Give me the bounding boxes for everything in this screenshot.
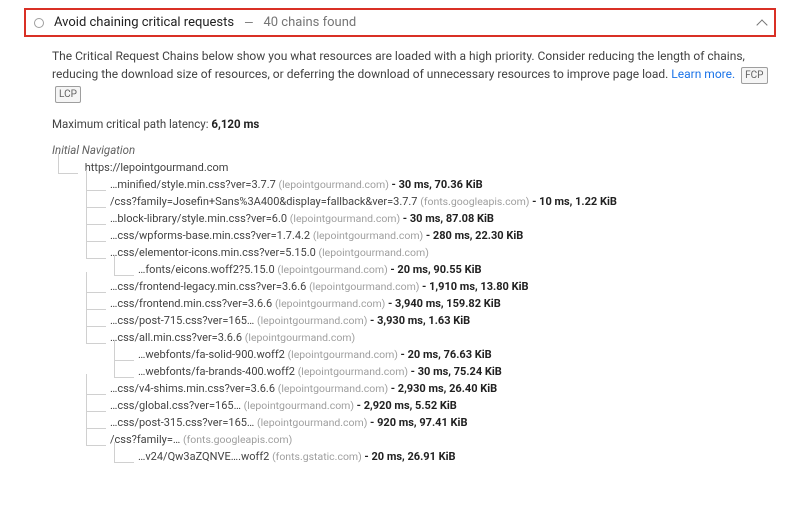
tree-row: …webfonts/fa-solid-900.woff2 (lepointgou…: [54, 346, 776, 363]
tree-row: …css/v4-shims.min.css?ver=3.6.6 (lepoint…: [54, 380, 776, 397]
request-stats: - 2,920 ms, 5.52 KiB: [357, 399, 457, 412]
request-stats: - 2,930 ms, 26.40 KiB: [391, 382, 497, 395]
request-stats: - 3,930 ms, 1.63 KiB: [370, 314, 470, 327]
request-domain: (lepointgourmand.com): [278, 382, 391, 395]
tree-row: …block-library/style.min.css?ver=6.0 (le…: [54, 210, 776, 227]
request-stats: - 1,910 ms, 13.80 KiB: [422, 280, 528, 293]
request-domain: (lepointgourmand.com): [309, 280, 422, 293]
request-stats: - 30 ms, 75.24 KiB: [411, 365, 502, 378]
tree-row: …minified/style.min.css?ver=3.7.7 (lepoi…: [54, 176, 776, 193]
separator: —: [244, 16, 253, 30]
tree-row: …webfonts/fa-brands-400.woff2 (lepointgo…: [54, 363, 776, 380]
tree-row: …css/post-315.css?ver=165… (lepointgourm…: [54, 414, 776, 431]
audit-title: Avoid chaining critical requests: [54, 15, 234, 30]
request-url: …css/frontend.min.css?ver=3.6.6: [110, 297, 275, 310]
tree-row: /css?family=… (fonts.googleapis.com): [54, 431, 776, 448]
request-url: …block-library/style.min.css?ver=6.0: [110, 212, 290, 225]
request-url: /css?family=…: [110, 433, 183, 446]
request-url: …css/frontend-legacy.min.css?ver=3.6.6: [110, 280, 309, 293]
request-stats: - 30 ms, 70.36 KiB: [392, 178, 483, 191]
tree-row: …css/post-715.css?ver=165… (lepointgourm…: [54, 312, 776, 329]
learn-more-link[interactable]: Learn more.: [671, 67, 735, 81]
request-url: …css/global.css?ver=165…: [110, 399, 244, 412]
request-domain: (lepointgourmand.com): [257, 416, 370, 429]
audit-header[interactable]: Avoid chaining critical requests — 40 ch…: [24, 8, 776, 37]
initial-navigation-label: Initial Navigation: [52, 143, 776, 157]
audit-description: The Critical Request Chains below show y…: [52, 47, 776, 103]
request-domain: (lepointgourmand.com): [245, 331, 355, 344]
tree-root: https://lepointgourmand.com: [54, 159, 776, 176]
request-url: …css/post-315.css?ver=165…: [110, 416, 257, 429]
request-domain: (fonts.googleapis.com): [183, 433, 292, 446]
request-chain-tree: https://lepointgourmand.com …minified/st…: [54, 159, 776, 465]
request-url: …css/elementor-icons.min.css?ver=5.15.0: [110, 246, 319, 259]
request-domain: (lepointgourmand.com): [288, 348, 401, 361]
request-stats: - 20 ms, 76.63 KiB: [401, 348, 492, 361]
latency-label: Maximum critical path latency:: [52, 117, 209, 131]
description-text: The Critical Request Chains below show y…: [52, 49, 745, 81]
request-domain: (lepointgourmand.com): [257, 314, 370, 327]
request-url: …minified/style.min.css?ver=3.7.7: [110, 178, 279, 191]
tree-row: …css/global.css?ver=165… (lepointgourman…: [54, 397, 776, 414]
request-domain: (fonts.gstatic.com): [272, 450, 364, 463]
request-domain: (lepointgourmand.com): [275, 297, 388, 310]
audit-subtitle: 40 chains found: [263, 15, 356, 30]
chevron-up-icon[interactable]: [756, 19, 767, 30]
lcp-chip: LCP: [55, 86, 81, 103]
request-domain: (lepointgourmand.com): [319, 246, 429, 259]
fcp-chip: FCP: [741, 67, 767, 84]
request-domain: (lepointgourmand.com): [244, 399, 357, 412]
status-circle-icon: [34, 18, 44, 28]
request-domain: (lepointgourmand.com): [290, 212, 403, 225]
tree-row: …css/all.min.css?ver=3.6.6 (lepointgourm…: [54, 329, 776, 346]
request-url: …webfonts/fa-solid-900.woff2: [138, 348, 288, 361]
tree-row: …css/frontend-legacy.min.css?ver=3.6.6 (…: [54, 278, 776, 295]
request-url: …v24/Qw3aZQNVE….woff2: [138, 450, 272, 463]
request-domain: (lepointgourmand.com): [298, 365, 411, 378]
request-stats: - 20 ms, 26.91 KiB: [364, 450, 455, 463]
request-domain: (fonts.googleapis.com): [420, 195, 532, 208]
request-stats: - 920 ms, 97.41 KiB: [370, 416, 467, 429]
root-url: https://lepointgourmand.com: [85, 161, 229, 174]
request-url: /css?family=Josefin+Sans%3A400&display=f…: [110, 195, 420, 208]
latency-row: Maximum critical path latency: 6,120 ms: [52, 117, 776, 131]
request-url: …css/v4-shims.min.css?ver=3.6.6: [110, 382, 278, 395]
tree-row: …v24/Qw3aZQNVE….woff2 (fonts.gstatic.com…: [54, 448, 776, 465]
request-url: …css/all.min.css?ver=3.6.6: [110, 331, 245, 344]
tree-row: /css?family=Josefin+Sans%3A400&display=f…: [54, 193, 776, 210]
request-domain: (lepointgourmand.com): [279, 178, 392, 191]
request-url: …css/post-715.css?ver=165…: [110, 314, 257, 327]
tree-row: …fonts/eicons.woff2?5.15.0 (lepointgourm…: [54, 261, 776, 278]
request-domain: (lepointgourmand.com): [277, 263, 390, 276]
latency-value: 6,120 ms: [211, 117, 259, 131]
tree-row: …css/elementor-icons.min.css?ver=5.15.0 …: [54, 244, 776, 261]
request-stats: - 3,940 ms, 159.82 KiB: [388, 297, 501, 310]
tree-row: …css/frontend.min.css?ver=3.6.6 (lepoint…: [54, 295, 776, 312]
request-stats: - 20 ms, 90.55 KiB: [390, 263, 481, 276]
request-stats: - 280 ms, 22.30 KiB: [426, 229, 523, 242]
request-domain: (lepointgourmand.com): [313, 229, 426, 242]
tree-row: …css/wpforms-base.min.css?ver=1.7.4.2 (l…: [54, 227, 776, 244]
request-url: …webfonts/fa-brands-400.woff2: [138, 365, 298, 378]
request-stats: - 30 ms, 87.08 KiB: [403, 212, 494, 225]
request-stats: - 10 ms, 1.22 KiB: [532, 195, 617, 208]
request-url: …css/wpforms-base.min.css?ver=1.7.4.2: [110, 229, 313, 242]
request-url: …fonts/eicons.woff2?5.15.0: [138, 263, 277, 276]
